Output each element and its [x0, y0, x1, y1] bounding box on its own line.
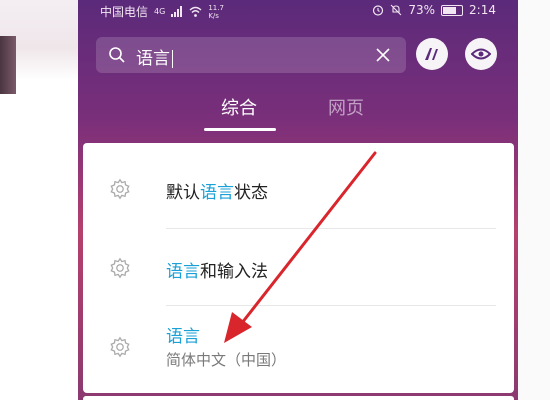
- title-text: 状态: [234, 183, 268, 203]
- speed-unit: K/s: [208, 11, 219, 20]
- result-title: 语言: [166, 322, 200, 347]
- tab-web[interactable]: 网页: [328, 94, 364, 120]
- mute-icon: [390, 4, 402, 16]
- background-thumbnail: [0, 36, 16, 94]
- result-title: 语言和输入法: [166, 257, 268, 282]
- result-item-language[interactable]: 语言 简体中文（中国）: [83, 306, 514, 393]
- network-speed: 11.7 K/s: [208, 4, 224, 20]
- result-title: 默认语言状态: [166, 178, 268, 203]
- lens-icon: [471, 48, 491, 60]
- alarm-icon: [373, 5, 384, 16]
- result-subtitle: 简体中文（中国）: [166, 351, 287, 369]
- battery-icon: [441, 4, 464, 16]
- gear-icon: [110, 178, 130, 200]
- background-window-left: [0, 0, 78, 400]
- speed-value: 11.7: [208, 3, 224, 12]
- result-item-default-language[interactable]: 默认语言状态: [83, 143, 514, 229]
- search-input[interactable]: 语言: [136, 44, 173, 69]
- ai-voice-button[interactable]: [416, 38, 448, 70]
- active-tab-indicator: [204, 128, 276, 131]
- network-type: 4G: [154, 7, 166, 16]
- tab-comprehensive[interactable]: 综合: [221, 94, 257, 120]
- next-card-edge: [83, 396, 514, 400]
- search-bar[interactable]: 语言: [96, 37, 406, 73]
- results-card: 默认语言状态 语言和输入法 语言 简体中文（中国）: [83, 143, 514, 393]
- carrier-label: 中国电信: [100, 5, 149, 19]
- tab-bar: 综合 网页: [78, 94, 518, 134]
- background-window-right: [518, 0, 550, 400]
- close-icon[interactable]: [374, 46, 392, 64]
- title-text: 和输入法: [200, 262, 268, 282]
- gear-icon: [110, 257, 130, 279]
- wifi-icon: [189, 6, 202, 17]
- result-item-language-input[interactable]: 语言和输入法: [83, 229, 514, 305]
- title-highlight: 语言: [166, 262, 200, 282]
- battery-percent: 73%: [408, 3, 436, 17]
- signal-icon: [171, 6, 183, 17]
- search-icon: [109, 47, 125, 63]
- lens-button[interactable]: [465, 38, 497, 70]
- clock: 2:14: [469, 3, 496, 17]
- ai-voice-icon: [425, 48, 438, 60]
- phone-screen: 中国电信 4G 11.7 K/s 73% 2:14 语言 综合 网页 默认语言状…: [78, 0, 518, 400]
- title-text: 默认: [166, 183, 200, 203]
- gear-icon: [110, 336, 130, 358]
- status-bar: 中国电信 4G 11.7 K/s 73% 2:14: [78, 0, 518, 22]
- title-highlight: 语言: [166, 327, 200, 347]
- title-highlight: 语言: [200, 183, 234, 203]
